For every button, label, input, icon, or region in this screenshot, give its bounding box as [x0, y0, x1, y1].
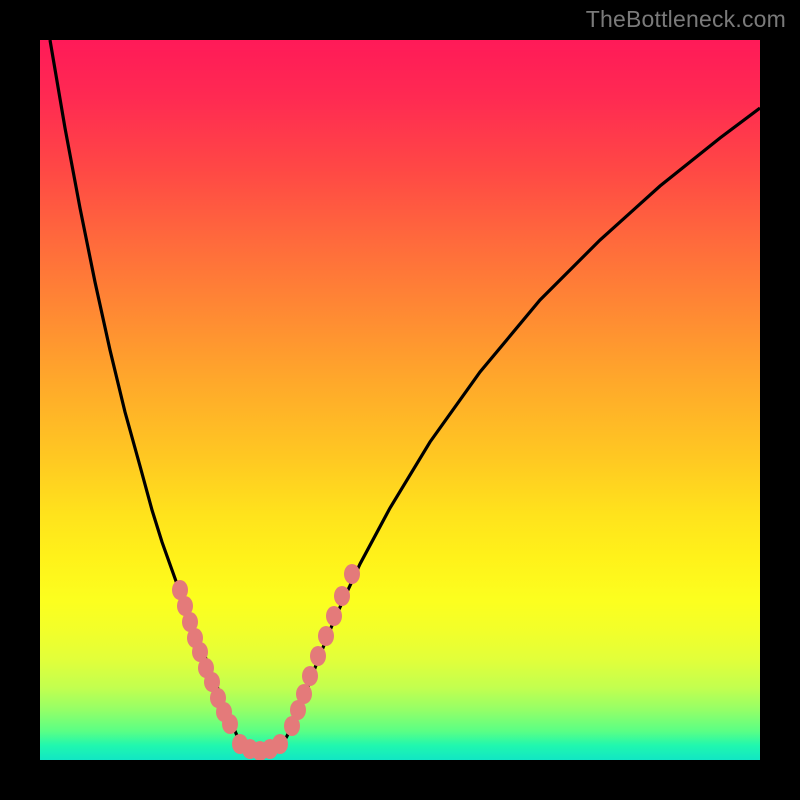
curve-right-branch [286, 108, 760, 738]
data-marker [222, 714, 238, 734]
data-marker [344, 564, 360, 584]
data-marker [272, 734, 288, 754]
data-marker [334, 586, 350, 606]
data-marker [302, 666, 318, 686]
curve-left-branch [50, 40, 238, 738]
data-marker [296, 684, 312, 704]
data-marker [326, 606, 342, 626]
chart-svg [40, 40, 760, 760]
marker-group-bottom [232, 734, 288, 760]
marker-group-left [172, 580, 238, 734]
data-marker [310, 646, 326, 666]
plot-area [40, 40, 760, 760]
watermark-text: TheBottleneck.com [586, 6, 786, 33]
curve-group [50, 40, 760, 751]
chart-frame: TheBottleneck.com [0, 0, 800, 800]
data-marker [318, 626, 334, 646]
